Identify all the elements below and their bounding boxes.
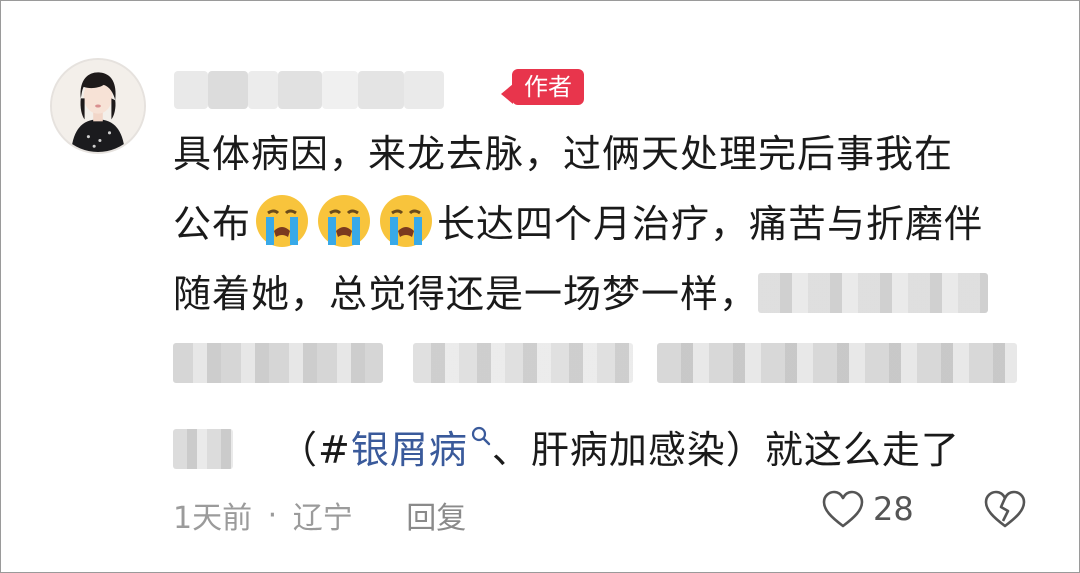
hashtag-link[interactable]: 银屑病 [351, 428, 468, 472]
comment-location: 辽宁 [292, 501, 353, 536]
comment-meta: 1天前 · 辽宁 回复 [173, 493, 466, 537]
comment-text-segment: 公布 [173, 202, 252, 246]
meta-separator: · [267, 497, 278, 533]
loudly-crying-face-emoji-icon [378, 193, 434, 249]
comment-line [173, 329, 1053, 399]
comment-line: 随着她，总觉得还是一场梦一样， [173, 259, 1053, 329]
comment-text-segment: 长达四个月治疗，痛苦与折磨伴 [437, 202, 984, 246]
mosaic-blur [758, 273, 989, 313]
comment-card: 作者 具体病因，来龙去脉，过俩天处理完后事我在 公布 长达四个月治疗，痛苦与折磨伴… [0, 0, 1080, 573]
mosaic-blur [657, 343, 1017, 383]
author-badge-label: 作者 [512, 69, 584, 105]
comment-line: 公布 长达四个月治疗，痛苦与折磨伴 [173, 189, 1053, 259]
broken-heart-icon [984, 490, 1026, 528]
mosaic-blur [413, 343, 633, 383]
like-count: 28 [873, 490, 914, 528]
comment-line: 具体病因，来龙去脉，过俩天处理完后事我在 [173, 119, 1053, 189]
comment-text-segment: （# [279, 428, 351, 472]
avatar-image [52, 60, 144, 152]
search-icon [470, 399, 492, 446]
avatar[interactable] [50, 58, 146, 154]
comment-text-segment: 随着她，总觉得还是一场梦一样， [173, 272, 759, 316]
username-blurred[interactable] [174, 71, 474, 109]
comment-time: 1天前 [173, 501, 253, 536]
heart-icon [822, 490, 864, 528]
like-button[interactable]: 28 [821, 489, 914, 529]
mosaic-blur [173, 343, 383, 383]
author-badge: 作者 [501, 65, 584, 109]
comment-text-segment: 具体病因，来龙去脉，过俩天处理完后事我在 [173, 132, 954, 176]
comment-line: （#银屑病 、肝病加感染）就这么走了 [173, 399, 1053, 472]
loudly-crying-face-emoji-icon [254, 193, 310, 249]
loudly-crying-face-emoji-icon [316, 193, 372, 249]
comment-text-segment: 、肝病加感染）就这么走了 [491, 428, 960, 472]
mosaic-blur [173, 429, 233, 469]
reply-button[interactable]: 回复 [406, 501, 466, 536]
dislike-button[interactable] [983, 489, 1027, 533]
comment-text: 具体病因，来龙去脉，过俩天处理完后事我在 公布 长达四个月治疗，痛苦与折磨伴 随着… [173, 119, 1053, 472]
